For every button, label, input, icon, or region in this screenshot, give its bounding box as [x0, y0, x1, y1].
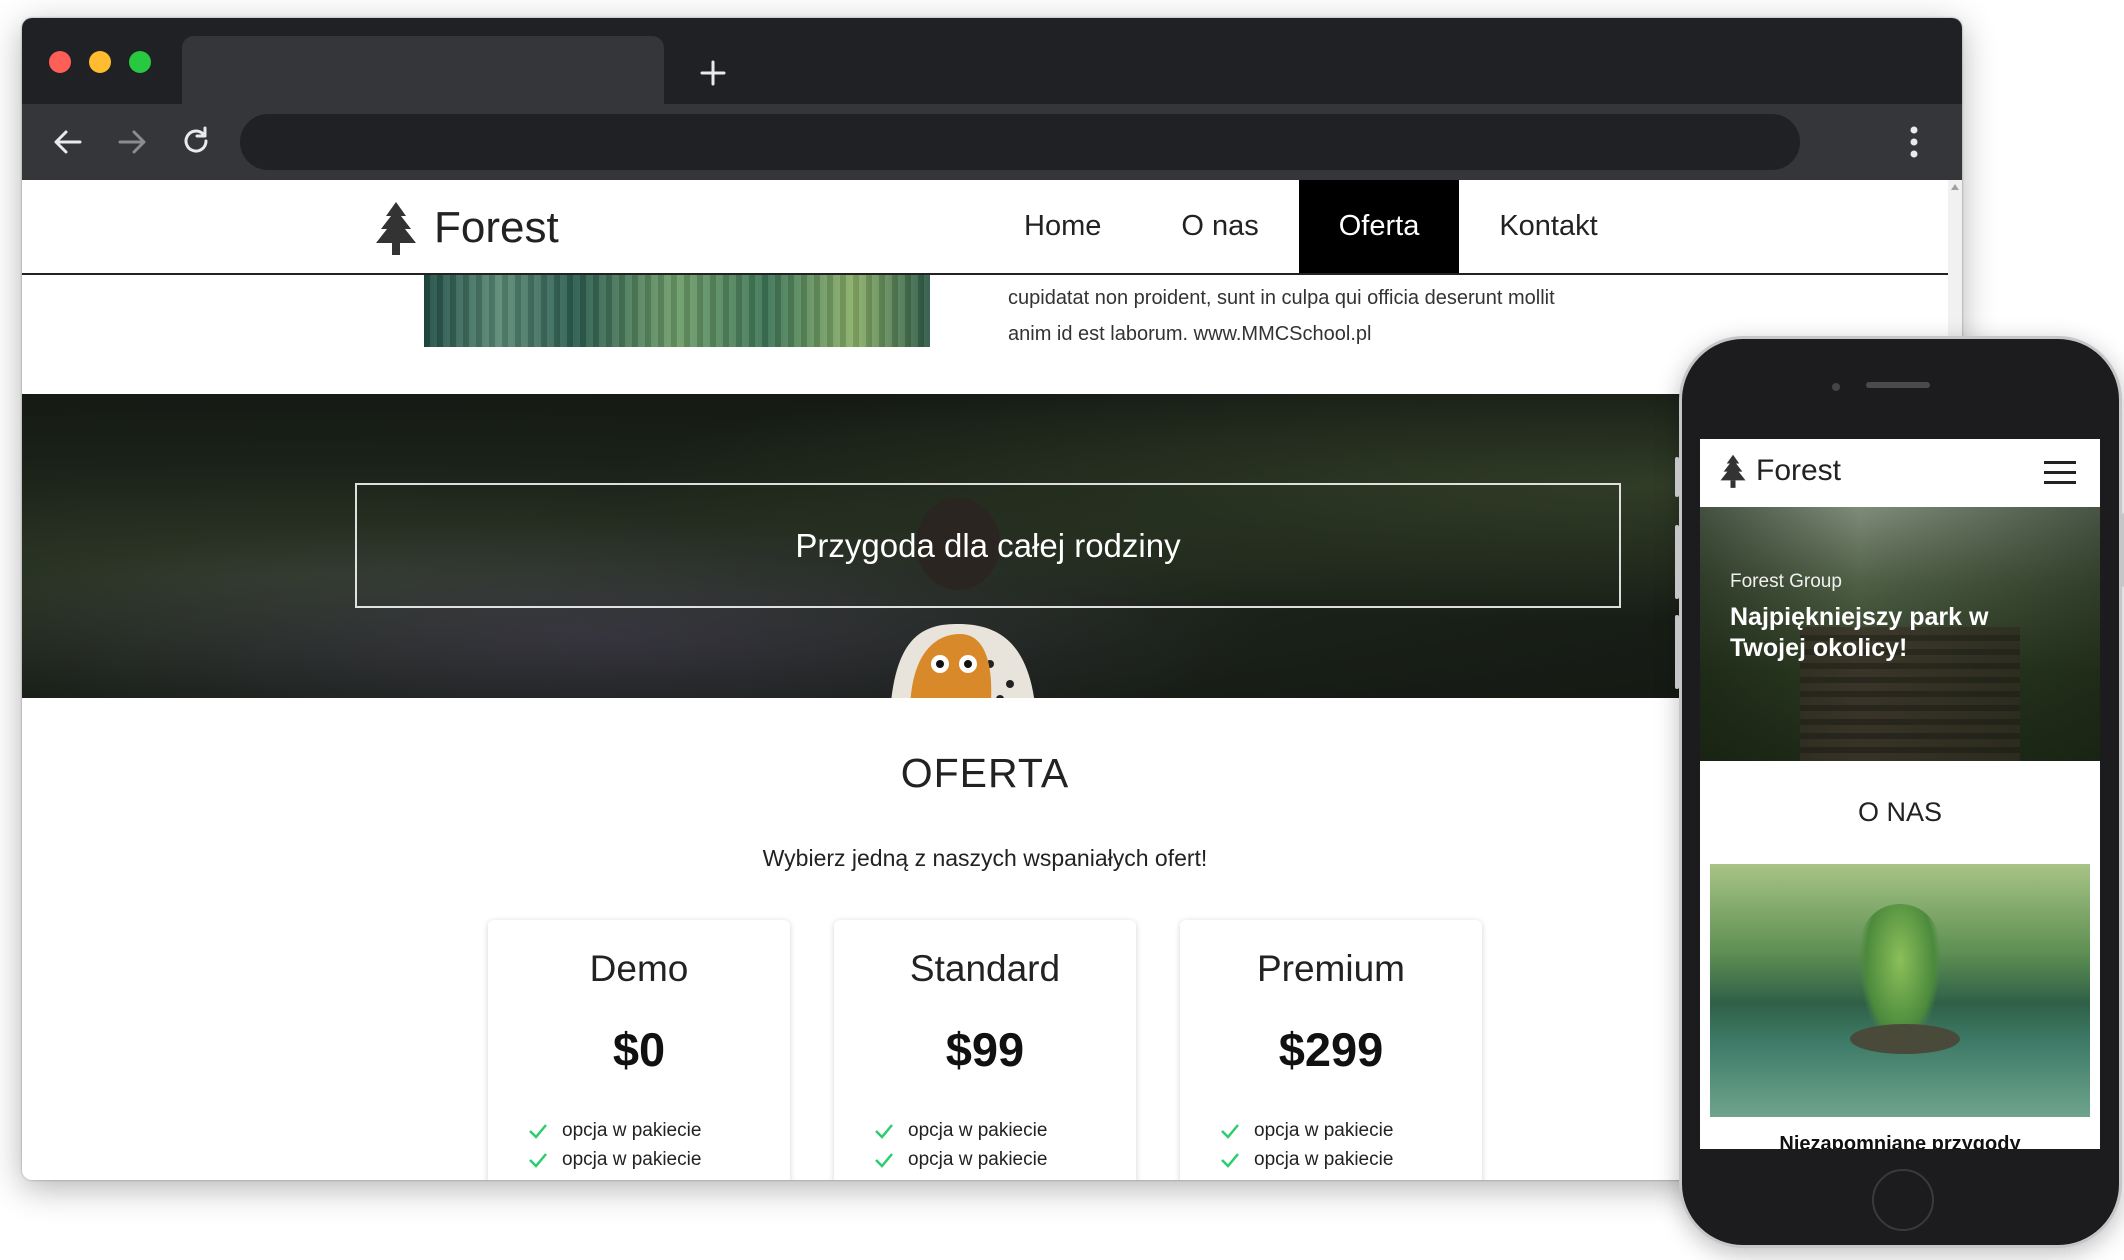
about-text-line: anim id est laborum. www.MMCSchool.pl — [1008, 323, 1372, 345]
nav-link-oferta[interactable]: Oferta — [1298, 180, 1460, 273]
browser-tab[interactable] — [182, 36, 664, 104]
mobile-logo[interactable]: Forest — [1718, 453, 1841, 489]
check-icon — [529, 1124, 547, 1139]
page-viewport: Forest Home O nas Oferta Kontakt cupidat… — [22, 180, 1948, 1180]
check-icon — [875, 1153, 893, 1168]
phone-volume-up — [1675, 525, 1679, 599]
mobile-brand-name: Forest — [1756, 454, 1842, 487]
check-icon — [875, 1124, 893, 1139]
hero-banner: Przygoda dla całej rodziny — [22, 394, 1948, 698]
browser-window: Forest Home O nas Oferta Kontakt cupidat… — [22, 18, 1962, 1180]
nav-link-o-nas[interactable]: O nas — [1141, 180, 1298, 273]
plan-feature-label: opcja w pakiecie — [908, 1120, 1048, 1141]
address-bar[interactable] — [240, 114, 1800, 170]
mobile-section-title: O NAS — [1857, 797, 1943, 827]
tree-icon — [376, 202, 416, 255]
tree-icon — [1720, 454, 1746, 488]
arrow-left-icon[interactable] — [50, 124, 86, 160]
hero-title-box: Przygoda dla całej rodziny — [355, 483, 1621, 608]
brand-name: Forest — [434, 203, 559, 252]
minimize-window-button[interactable] — [89, 51, 111, 73]
mobile-hero-kicker: Forest Group — [1730, 571, 1842, 592]
phone-camera — [1832, 383, 1840, 391]
phone-speaker — [1866, 382, 1930, 388]
offer-section-subtitle: Wybierz jedną z naszych wspaniałych ofer… — [762, 845, 1208, 871]
mobile-about-image — [1710, 864, 2090, 1117]
about-text-line: cupidatat non proident, sunt in culpa qu… — [1008, 287, 1555, 309]
plan-feature-label: opcja w pakiecie — [562, 1120, 702, 1141]
check-icon — [529, 1153, 547, 1168]
plan-feature-label: opcja w pakiecie — [1254, 1149, 1394, 1170]
plan-feature: opcja w pakiecie — [528, 1120, 701, 1142]
plan-feature-label: opcja w pakiecie — [1254, 1120, 1394, 1141]
plan-price: $0 — [612, 1023, 666, 1076]
nav-link-kontakt[interactable]: Kontakt — [1459, 180, 1637, 273]
close-window-button[interactable] — [49, 51, 71, 73]
maximize-window-button[interactable] — [129, 51, 151, 73]
nav-link-home[interactable]: Home — [984, 180, 1141, 273]
scroll-up-icon[interactable] — [1951, 184, 1959, 190]
site-logo[interactable]: Forest — [372, 200, 559, 256]
hero-title: Przygoda dla całej rodziny — [795, 526, 1181, 564]
plan-name: Standard — [909, 948, 1061, 989]
main-menu: Home O nas Oferta Kontakt — [984, 180, 1638, 273]
phone-mute-switch — [1675, 457, 1679, 497]
mobile-about-caption: Niezapomniane przygody — [1779, 1133, 2021, 1149]
browser-titlebar — [22, 18, 1962, 104]
offer-section-title: OFERTA — [900, 750, 1070, 796]
hamburger-icon[interactable] — [2044, 461, 2076, 485]
plan-name: Premium — [1256, 948, 1406, 989]
browser-toolbar — [22, 104, 1962, 180]
mobile-hero-title: Najpiękniejszy park w Twojej okolicy! — [1730, 603, 1989, 662]
plan-feature-label: opcja w pakiecie — [908, 1149, 1048, 1170]
check-icon — [1221, 1124, 1239, 1139]
plus-icon[interactable] — [698, 58, 728, 88]
plan-price: $99 — [945, 1023, 1025, 1076]
mobile-navbar: Forest — [1700, 439, 2100, 507]
plan-feature: opcja w pakiecie — [874, 1120, 1047, 1142]
phone-volume-down — [1675, 615, 1679, 689]
plan-feature: opcja w pakiecie — [874, 1149, 1047, 1171]
pricing-card-demo[interactable]: Demo $0 opcja w pakiecie opcja w pakieci… — [488, 920, 790, 1180]
phone-home-button[interactable] — [1872, 1169, 1934, 1231]
phone-mockup: Forest Forest Group Najpiękniejszy park … — [1675, 336, 2124, 1248]
plan-feature: opcja w pakiecie — [1220, 1120, 1393, 1142]
mobile-hero: Forest Group Najpiękniejszy park w Twoje… — [1700, 507, 2100, 761]
reload-icon[interactable] — [178, 124, 214, 160]
three-dots-icon[interactable] — [1902, 122, 1926, 162]
phone-screen: Forest Forest Group Najpiękniejszy park … — [1700, 439, 2100, 1149]
site-navbar: Forest Home O nas Oferta Kontakt — [22, 180, 1948, 275]
plan-name: Demo — [589, 948, 689, 989]
about-text: cupidatat non proident, sunt in culpa qu… — [1008, 280, 1648, 352]
pricing-card-premium[interactable]: Premium $299 opcja w pakiecie opcja w pa… — [1180, 920, 1482, 1180]
plan-feature-label: opcja w pakiecie — [562, 1149, 702, 1170]
pricing-card-standard[interactable]: Standard $99 opcja w pakiecie opcja w pa… — [834, 920, 1136, 1180]
plan-price: $299 — [1278, 1023, 1384, 1076]
about-image — [424, 275, 930, 347]
plan-feature: opcja w pakiecie — [528, 1149, 701, 1171]
check-icon — [1221, 1153, 1239, 1168]
plan-feature: opcja w pakiecie — [1220, 1149, 1393, 1171]
arrow-right-icon[interactable] — [114, 124, 150, 160]
